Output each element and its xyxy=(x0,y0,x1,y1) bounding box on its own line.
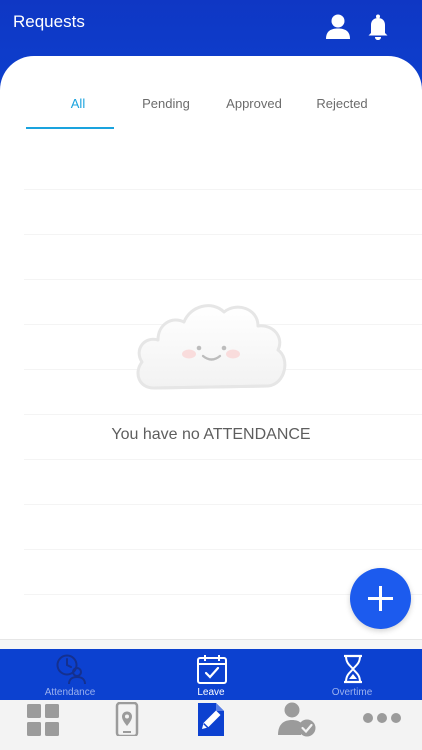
empty-state-message: You have no ATTENDANCE xyxy=(111,426,311,443)
list-divider xyxy=(24,189,422,190)
active-tab-indicator xyxy=(26,127,114,129)
bottom-tab-profile[interactable] xyxy=(252,702,336,742)
calendar-check-icon xyxy=(197,655,227,684)
subnav-overtime[interactable]: Overtime xyxy=(282,649,422,700)
nav-separator xyxy=(0,639,422,649)
list-divider xyxy=(24,414,422,415)
more-dots-icon xyxy=(363,713,401,723)
bottom-tab-checkin[interactable] xyxy=(84,702,168,742)
subnav-leave[interactable]: Leave xyxy=(141,649,281,700)
dashboard-grid-icon xyxy=(27,704,59,736)
bottom-tab-bar xyxy=(0,700,422,750)
smiling-cloud-icon xyxy=(132,298,290,394)
subnav-attendance[interactable]: Attendance xyxy=(0,649,140,700)
subnav-overtime-label: Overtime xyxy=(331,687,373,698)
request-type-nav: Attendance Leave Overtime xyxy=(0,649,422,700)
page-title: Requests xyxy=(13,12,85,31)
list-divider xyxy=(24,549,422,550)
list-divider xyxy=(24,279,422,280)
tab-pending[interactable]: Pending xyxy=(122,96,210,111)
plus-icon xyxy=(368,586,393,611)
request-tabs: All Pending Approved Rejected xyxy=(0,96,422,130)
user-check-icon xyxy=(278,702,316,737)
bottom-tab-dashboard[interactable] xyxy=(0,702,84,742)
bottom-tab-more[interactable] xyxy=(336,702,420,742)
profile-icon[interactable] xyxy=(323,12,353,42)
attendance-clock-user-icon xyxy=(56,654,86,685)
list-divider xyxy=(24,504,422,505)
hourglass-icon xyxy=(344,654,362,684)
add-request-button[interactable] xyxy=(350,568,411,629)
list-divider xyxy=(24,234,422,235)
bottom-tab-requests[interactable] xyxy=(168,702,252,742)
document-edit-icon xyxy=(198,703,224,736)
tab-all[interactable]: All xyxy=(34,96,122,111)
bell-icon[interactable] xyxy=(363,12,393,42)
tab-rejected[interactable]: Rejected xyxy=(298,96,386,111)
phone-location-icon xyxy=(115,702,139,736)
subnav-attendance-label: Attendance xyxy=(44,687,96,698)
subnav-leave-label: Leave xyxy=(197,687,225,698)
list-divider xyxy=(24,459,422,460)
tab-approved[interactable]: Approved xyxy=(210,96,298,111)
